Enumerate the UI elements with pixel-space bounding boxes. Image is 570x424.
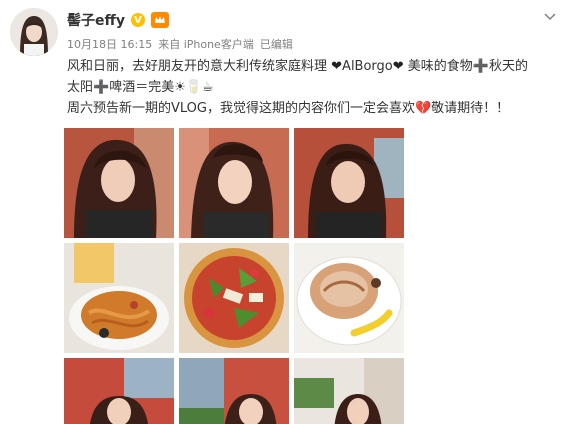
food-image <box>179 243 289 353</box>
text-segment: 敬请期待！！ <box>431 101 510 116</box>
broken-heart-emoji: 💔 <box>414 101 432 116</box>
portrait-image <box>294 128 404 238</box>
food-image <box>64 243 174 353</box>
portrait-image <box>64 358 174 424</box>
author-row: 髻子effy V <box>67 10 169 30</box>
photo-selfie-6[interactable] <box>294 358 404 424</box>
photo-selfie-3[interactable] <box>294 128 404 238</box>
text-line-3: 周六预告新一期的VLOG，我觉得这期的内容你们一定会喜欢💔敬请期待！！ <box>67 98 562 119</box>
photo-pasta[interactable] <box>64 243 174 353</box>
photo-selfie-2[interactable] <box>179 128 289 238</box>
text-segment: 啤酒＝完美 <box>109 80 175 95</box>
vip-badge-icon[interactable] <box>150 12 169 28</box>
emoji-group: ☀🥛☕ <box>174 80 214 95</box>
photo-selfie-4[interactable] <box>64 358 174 424</box>
portrait-image <box>179 128 289 238</box>
heart-emoji: ❤ <box>331 59 343 74</box>
heart-emoji: ❤ <box>392 59 404 74</box>
text-segment: 太阳 <box>67 80 94 95</box>
avatar[interactable] <box>10 8 58 56</box>
text-line-2: 太阳➕啤酒＝完美☀🥛☕ <box>67 77 562 98</box>
crown-icon <box>154 16 165 23</box>
portrait-image <box>64 128 174 238</box>
post-meta: 10月18日 16:15 来自 iPhone客户端 已编辑 <box>67 36 293 52</box>
text-segment: 秋天的 <box>488 59 528 74</box>
post-text: 风和日丽，去好朋友开的意大利传统家庭料理 ❤AlBorgo❤ 美味的食物➕秋天的… <box>67 56 562 119</box>
photo-selfie-1[interactable] <box>64 128 174 238</box>
chevron-down-icon[interactable] <box>542 8 558 24</box>
plus-emoji: ➕ <box>93 80 110 95</box>
portrait-image <box>179 358 289 424</box>
username[interactable]: 髻子effy <box>67 10 125 30</box>
verified-badge-icon[interactable]: V <box>130 13 145 27</box>
photo-selfie-5[interactable] <box>179 358 289 424</box>
photo-pizza[interactable] <box>179 243 289 353</box>
post-source[interactable]: 来自 iPhone客户端 <box>158 36 254 52</box>
text-segment: 周六预告新一期的VLOG，我觉得这期的内容你们一定会喜欢 <box>67 101 415 116</box>
restaurant-name: AlBorgo <box>342 59 393 74</box>
text-segment: 风和日丽，去好朋友开的意大利传统家庭料理 <box>67 59 332 74</box>
text-segment: 美味的食物 <box>403 59 473 74</box>
post-timestamp[interactable]: 10月18日 16:15 <box>67 36 152 52</box>
text-line-1: 风和日丽，去好朋友开的意大利传统家庭料理 ❤AlBorgo❤ 美味的食物➕秋天的 <box>67 56 562 77</box>
edited-label[interactable]: 已编辑 <box>260 36 293 52</box>
avatar-portrait-icon <box>10 8 58 56</box>
food-image <box>294 243 404 353</box>
portrait-image <box>294 358 404 424</box>
plus-emoji: ➕ <box>472 59 489 74</box>
photo-roast-pork[interactable] <box>294 243 404 353</box>
